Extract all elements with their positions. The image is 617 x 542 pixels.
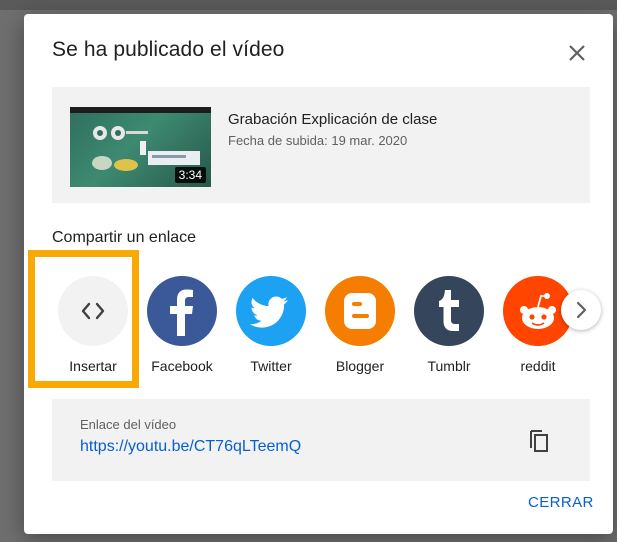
blogger-icon — [325, 276, 395, 346]
share-label-tumblr: Tumblr — [427, 358, 471, 374]
video-thumbnail[interactable]: 3:34 — [70, 107, 211, 187]
video-card: 3:34 Grabación Explicación de clase Fech… — [52, 87, 590, 203]
share-twitter[interactable]: Twitter — [230, 276, 312, 386]
video-link[interactable]: https://youtu.be/CT76qLTeemQ — [80, 438, 301, 456]
share-facebook[interactable]: Facebook — [141, 276, 223, 386]
video-link-box: Enlace del vídeo https://youtu.be/CT76qL… — [52, 399, 590, 481]
link-label: Enlace del vídeo — [80, 417, 177, 432]
backdrop — [0, 0, 617, 10]
share-label-reddit: reddit — [520, 358, 556, 374]
video-title: Grabación Explicación de clase — [228, 111, 438, 128]
facebook-icon — [147, 276, 217, 346]
upload-date: Fecha de subida: 19 mar. 2020 — [228, 133, 408, 148]
share-blogger[interactable]: Blogger — [319, 276, 401, 386]
share-tumblr[interactable]: Tumblr — [408, 276, 490, 386]
copy-icon[interactable] — [526, 425, 554, 455]
dialog-title: Se ha publicado el vídeo — [52, 38, 285, 61]
tumblr-icon — [414, 276, 484, 346]
share-label-twitter: Twitter — [250, 358, 292, 374]
close-icon[interactable] — [564, 40, 590, 66]
twitter-icon — [236, 276, 306, 346]
share-heading: Compartir un enlace — [52, 229, 197, 246]
video-duration: 3:34 — [174, 167, 206, 183]
highlight-frame — [28, 250, 139, 388]
close-button[interactable]: CERRAR — [528, 494, 594, 511]
chevron-right-icon[interactable] — [561, 290, 601, 330]
share-label-facebook: Facebook — [151, 358, 213, 374]
share-dialog: Se ha publicado el vídeo 3:34 Grabación … — [24, 14, 613, 534]
share-label-blogger: Blogger — [335, 358, 385, 374]
